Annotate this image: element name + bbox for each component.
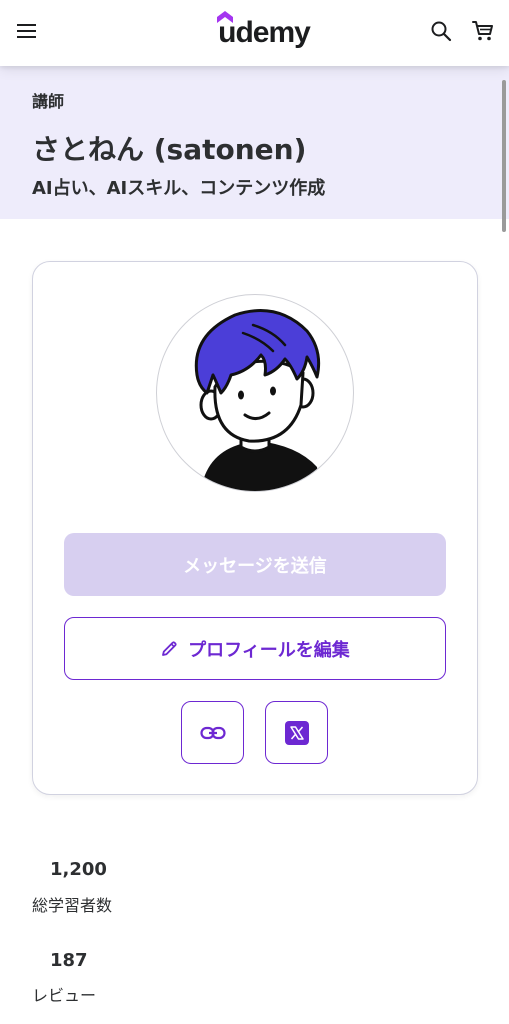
- instructor-profile-page: udemy 講師 さとねん (satonen) AI占い、AIスキル、コンテンツ…: [0, 0, 509, 1024]
- stat-reviews-label: レビュー: [32, 986, 97, 1005]
- instructor-headline: AI占い、AIスキル、コンテンツ作成: [32, 178, 326, 199]
- hamburger-menu-icon[interactable]: [10, 14, 44, 48]
- instructor-hero: 講師 さとねん (satonen) AI占い、AIスキル、コンテンツ作成: [0, 66, 509, 219]
- website-link-button[interactable]: [181, 701, 244, 764]
- stat-students-value: 1,200: [50, 859, 107, 880]
- edit-profile-button[interactable]: プロフィールを編集: [64, 617, 446, 680]
- avatar-illustration: [194, 309, 321, 491]
- search-icon[interactable]: [424, 14, 458, 48]
- cart-icon[interactable]: [466, 14, 500, 48]
- profile-card: メッセージを送信 プロフィールを編集: [32, 261, 478, 795]
- logo-hat-icon: [217, 11, 233, 23]
- stat-reviews-value: 187: [50, 950, 88, 971]
- instructor-kicker: 講師: [32, 92, 65, 111]
- avatar: [156, 294, 354, 492]
- edit-profile-label: プロフィールを編集: [188, 639, 350, 660]
- udemy-logo[interactable]: udemy: [212, 10, 316, 50]
- link-icon: [199, 726, 226, 739]
- pencil-icon: [162, 640, 177, 656]
- send-message-button[interactable]: メッセージを送信: [64, 533, 446, 596]
- x-profile-button[interactable]: [265, 701, 328, 764]
- x-icon: [284, 720, 309, 745]
- instructor-name: さとねん (satonen): [32, 133, 307, 166]
- top-navigation-bar: udemy: [0, 0, 509, 66]
- page-scrollbar[interactable]: [502, 80, 506, 232]
- stat-students-label: 総学習者数: [32, 896, 113, 915]
